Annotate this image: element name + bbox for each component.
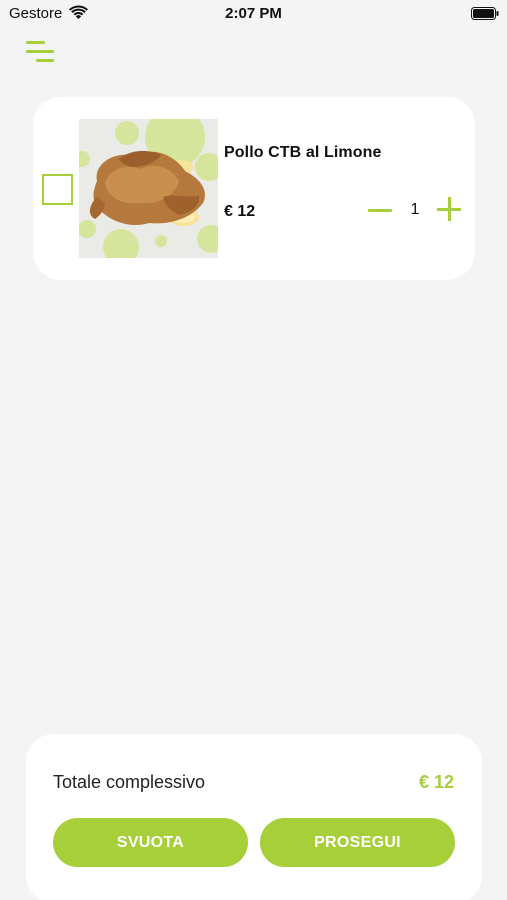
status-bar: Gestore 2:07 PM: [0, 0, 507, 30]
empty-cart-button[interactable]: SVUOTA: [53, 818, 248, 867]
total-label: Totale complessivo: [53, 772, 206, 792]
cart-summary: Totale complessivo € 12 SVUOTA PROSEGUI: [26, 734, 482, 900]
product-price: € 12: [224, 203, 256, 220]
increase-quantity-button[interactable]: [437, 197, 463, 223]
status-time: 2:07 PM: [225, 5, 282, 22]
product-image: [79, 119, 218, 258]
battery-icon: [471, 7, 499, 20]
item-checkbox[interactable]: [42, 174, 73, 205]
total-value: € 12: [418, 772, 454, 792]
menu-icon[interactable]: [25, 38, 57, 66]
cart-item-card: Pollo CTB al Limone € 12 1: [33, 97, 475, 280]
product-name: Pollo CTB al Limone: [224, 144, 382, 161]
continue-button[interactable]: PROSEGUI: [260, 818, 455, 867]
quantity-value: 1: [410, 201, 420, 218]
decrease-quantity-button[interactable]: [368, 199, 394, 221]
